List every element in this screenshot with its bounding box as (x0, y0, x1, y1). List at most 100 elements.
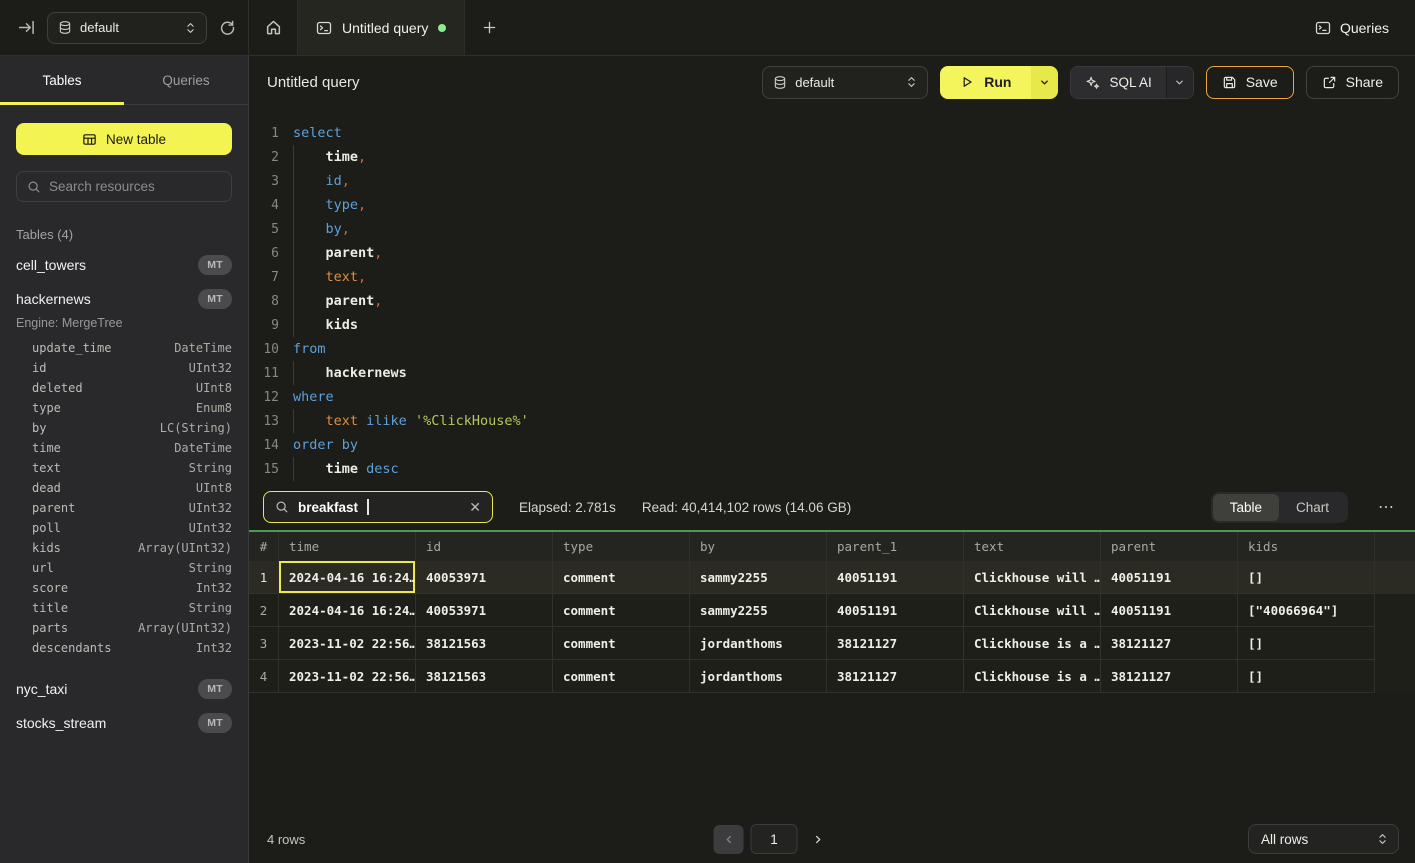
column-header-num[interactable]: # (249, 532, 279, 561)
column-header-time[interactable]: time (279, 532, 416, 561)
table-cell[interactable]: 40053971 (416, 561, 553, 594)
table-cell[interactable]: 2023-11-02 22:56… (279, 660, 416, 693)
save-button[interactable]: Save (1206, 66, 1294, 99)
prev-page-button[interactable] (714, 825, 744, 854)
table-cell[interactable]: 40051191 (827, 594, 964, 627)
table-cell[interactable]: 40051191 (1101, 561, 1238, 594)
table-cell[interactable]: Clickhouse is a … (964, 627, 1101, 660)
sql-ai-button[interactable]: SQL AI (1071, 67, 1165, 98)
table-cell[interactable]: 40053971 (416, 594, 553, 627)
table-cell[interactable]: [] (1238, 660, 1375, 693)
page-size-select[interactable]: All rows (1248, 824, 1399, 854)
clear-search-icon[interactable]: ✕ (469, 499, 481, 516)
table-header-row: #timeidtypebyparent_1textparentkids (249, 532, 1415, 561)
table-cell[interactable]: ["40066964"] (1238, 594, 1375, 627)
refresh-icon[interactable] (219, 19, 236, 36)
view-tab-table[interactable]: Table (1213, 494, 1279, 521)
table-cell[interactable]: 40051191 (1101, 594, 1238, 627)
sidebar-table-nyc_taxi[interactable]: nyc_taxiMT (0, 672, 248, 706)
query-database-select[interactable]: default (762, 66, 928, 99)
code-editor[interactable]: 1select2 time,3 id,4 type,5 by,6 parent,… (249, 108, 1415, 484)
table-cell[interactable]: 38121563 (416, 627, 553, 660)
table-cell[interactable]: sammy2255 (690, 561, 827, 594)
table-cell[interactable]: 2023-11-02 22:56… (279, 627, 416, 660)
code-line[interactable]: 13 text ilike '%ClickHouse%' (249, 409, 1415, 433)
table-cell[interactable]: Clickhouse is a … (964, 660, 1101, 693)
queries-label: Queries (1340, 20, 1389, 36)
table-cell[interactable]: comment (553, 627, 690, 660)
code-line[interactable]: 10from (249, 337, 1415, 361)
share-button[interactable]: Share (1306, 66, 1399, 99)
sidebar-table-stocks_stream[interactable]: stocks_streamMT (0, 706, 248, 740)
tab-untitled-query[interactable]: Untitled query (297, 0, 465, 55)
table-cell[interactable]: 2024-04-16 16:24… (279, 561, 416, 594)
row-number[interactable]: 4 (249, 660, 279, 693)
column-header-kids[interactable]: kids (1238, 532, 1375, 561)
column-header-type[interactable]: type (553, 532, 690, 561)
code-line[interactable]: 4 type, (249, 193, 1415, 217)
sidebar-table-cell_towers[interactable]: cell_towersMT (0, 248, 248, 282)
table-cell[interactable]: 40051191 (827, 561, 964, 594)
table-cell[interactable]: [] (1238, 561, 1375, 594)
row-number[interactable]: 3 (249, 627, 279, 660)
code-line[interactable]: 8 parent, (249, 289, 1415, 313)
sidebar-tab-tables[interactable]: Tables (0, 56, 124, 104)
code-line[interactable]: 6 parent, (249, 241, 1415, 265)
table-cell[interactable]: 38121563 (416, 660, 553, 693)
code-line[interactable]: 11 hackernews (249, 361, 1415, 385)
table-cell[interactable]: Clickhouse will … (964, 561, 1101, 594)
row-number[interactable]: 1 (249, 561, 279, 594)
column-header-text[interactable]: text (964, 532, 1101, 561)
table-cell[interactable]: 38121127 (1101, 627, 1238, 660)
table-cell[interactable]: Clickhouse will … (964, 594, 1101, 627)
table-cell[interactable]: jordanthoms (690, 660, 827, 693)
row-count: 4 rows (267, 832, 305, 847)
home-tab[interactable] (249, 0, 297, 55)
results-search-input[interactable]: breakfast ✕ (263, 491, 493, 523)
new-tab-button[interactable] (465, 0, 513, 55)
next-page-button[interactable] (805, 825, 831, 854)
code-line[interactable]: 1select (249, 121, 1415, 145)
run-options-button[interactable] (1031, 66, 1058, 99)
code-line[interactable]: 14order by (249, 433, 1415, 457)
more-options-icon[interactable]: ⋯ (1374, 497, 1399, 517)
new-table-button[interactable]: New table (16, 123, 232, 155)
code-text: parent, (293, 293, 382, 309)
view-tab-chart[interactable]: Chart (1279, 494, 1346, 521)
code-line[interactable]: 2 time, (249, 145, 1415, 169)
sql-ai-options-button[interactable] (1166, 67, 1193, 98)
table-cell[interactable]: comment (553, 561, 690, 594)
table-cell[interactable]: [] (1238, 627, 1375, 660)
page-number-input[interactable]: 1 (751, 824, 798, 854)
line-number: 9 (249, 318, 279, 333)
collapse-sidebar-icon[interactable] (18, 19, 35, 36)
topbar-database-select[interactable]: default (47, 12, 207, 44)
table-cell[interactable]: 38121127 (827, 660, 964, 693)
chevron-left-icon (723, 834, 734, 845)
code-line[interactable]: 12where (249, 385, 1415, 409)
table-cell[interactable]: 38121127 (1101, 660, 1238, 693)
code-line[interactable]: 9 kids (249, 313, 1415, 337)
run-button[interactable]: Run (940, 66, 1031, 99)
table-cell[interactable]: comment (553, 660, 690, 693)
code-line[interactable]: 15 time desc (249, 457, 1415, 481)
queries-button[interactable]: Queries (1303, 0, 1415, 55)
column-header-parent[interactable]: parent (1101, 532, 1238, 561)
table-cell[interactable]: comment (553, 594, 690, 627)
sidebar-tab-queries[interactable]: Queries (124, 56, 248, 104)
code-line[interactable]: 7 text, (249, 265, 1415, 289)
sidebar-search[interactable] (16, 171, 232, 202)
table-cell[interactable]: 2024-04-16 16:24… (279, 594, 416, 627)
run-label: Run (984, 74, 1011, 90)
table-cell[interactable]: sammy2255 (690, 594, 827, 627)
sidebar-table-hackernews[interactable]: hackernewsMT (0, 282, 248, 316)
sidebar-search-input[interactable] (49, 179, 221, 194)
row-number[interactable]: 2 (249, 594, 279, 627)
code-line[interactable]: 3 id, (249, 169, 1415, 193)
column-header-id[interactable]: id (416, 532, 553, 561)
table-cell[interactable]: jordanthoms (690, 627, 827, 660)
code-line[interactable]: 5 by, (249, 217, 1415, 241)
column-header-parent_1[interactable]: parent_1 (827, 532, 964, 561)
column-header-by[interactable]: by (690, 532, 827, 561)
table-cell[interactable]: 38121127 (827, 627, 964, 660)
